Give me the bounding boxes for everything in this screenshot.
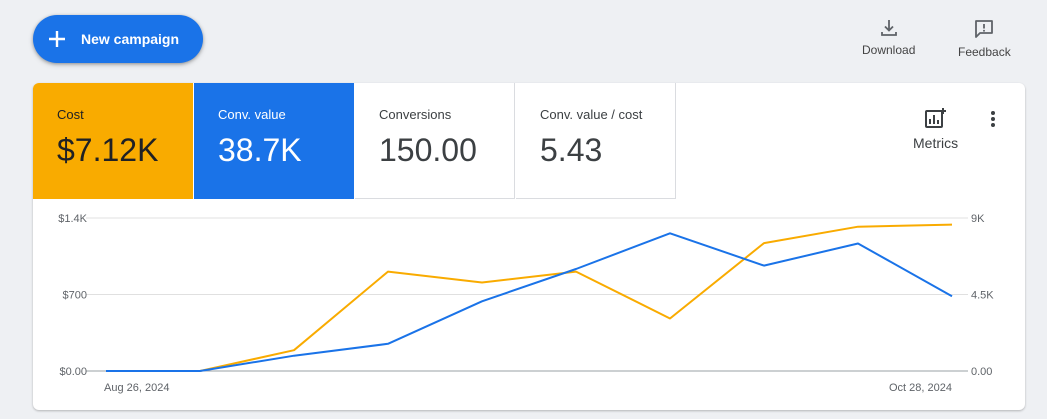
- x-tick-label: Oct 28, 2024: [889, 382, 952, 394]
- right-tick-label: 0.00: [971, 366, 992, 378]
- plus-icon: [49, 31, 65, 47]
- feedback-label: Feedback: [958, 45, 1011, 59]
- x-tick-label: Aug 26, 2024: [104, 382, 169, 394]
- download-label: Download: [862, 43, 916, 57]
- right-tick-label: 9K: [971, 213, 985, 225]
- series-line-cost: [106, 223, 953, 372]
- left-tick-label: $700: [63, 290, 87, 302]
- performance-chart: $0.00 0.00 $700 4.5K $1.4K 9K Aug 26, 2024 Oct …: [58, 213, 994, 394]
- performance-card: Cost $7.12K Conv. value 38.7K Conversion…: [33, 83, 1025, 410]
- left-tick-label: $1.4K: [58, 213, 87, 225]
- series-line-conv-value: [106, 232, 953, 372]
- feedback-button[interactable]: Feedback: [958, 18, 1011, 59]
- new-campaign-label: New campaign: [81, 31, 180, 47]
- download-icon: [880, 20, 897, 36]
- left-tick-label: $0.00: [59, 366, 87, 378]
- download-button[interactable]: Download: [862, 18, 915, 57]
- new-campaign-button[interactable]: New campaign: [33, 15, 203, 63]
- right-tick-label: 4.5K: [971, 290, 994, 302]
- feedback-icon: [975, 20, 994, 38]
